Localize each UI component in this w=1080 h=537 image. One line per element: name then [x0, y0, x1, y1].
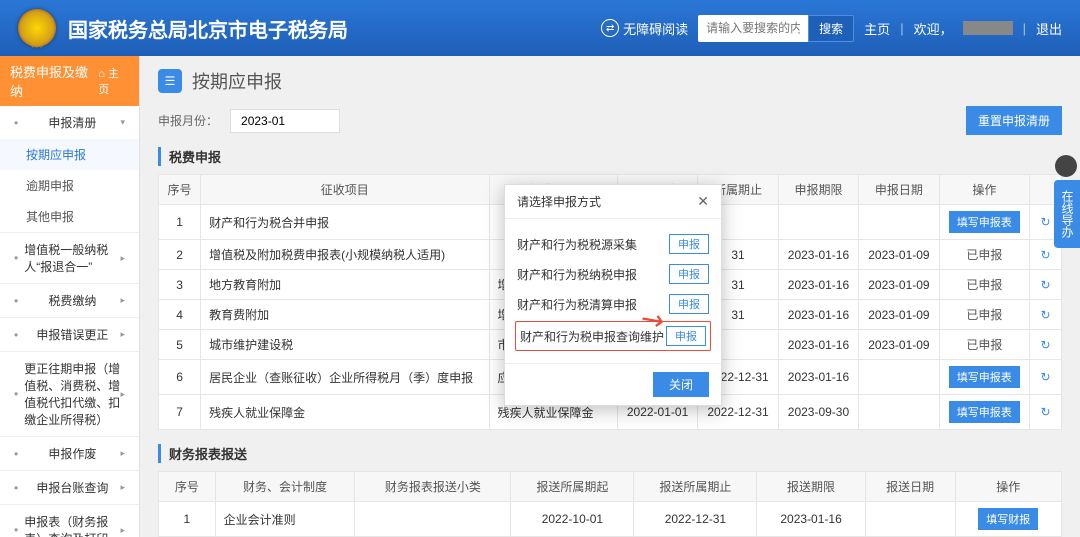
modal-title: 请选择申报方式 [517, 193, 601, 210]
close-icon[interactable]: ✕ [697, 193, 709, 210]
search-input[interactable] [698, 17, 808, 39]
float-avatar-icon [1055, 155, 1077, 177]
welcome-text: 欢迎， [914, 19, 953, 38]
modal-declare-button[interactable]: 申报 [669, 234, 709, 254]
modal-option: 财产和行为税纳税申报申报 [517, 259, 709, 289]
select-method-modal: 请选择申报方式 ✕ 财产和行为税税源采集申报财产和行为税纳税申报申报财产和行为税… [504, 184, 722, 406]
modal-declare-button[interactable]: 申报 [669, 294, 709, 314]
search-box: 搜索 [698, 15, 854, 42]
search-button[interactable]: 搜索 [808, 15, 854, 42]
modal-declare-button[interactable]: 申报 [669, 264, 709, 284]
user-name-redacted [963, 21, 1013, 35]
app-title: 国家税务总局北京市电子税务局 [68, 14, 348, 43]
logo-icon [18, 9, 56, 47]
float-help-button[interactable]: 在线导办 [1054, 180, 1080, 248]
modal-declare-button[interactable]: 申报 [666, 326, 706, 346]
modal-option: 财产和行为税清算申报申报 [517, 289, 709, 319]
home-link[interactable]: 主页 [864, 19, 890, 38]
modal-overlay: 请选择申报方式 ✕ 财产和行为税税源采集申报财产和行为税纳税申报申报财产和行为税… [0, 56, 1080, 537]
modal-close-button[interactable]: 关闭 [653, 372, 709, 397]
accessibility-link[interactable]: ⇄ 无障碍阅读 [601, 19, 688, 38]
modal-option: 财产和行为税申报查询维护申报 [515, 321, 711, 351]
modal-option: 财产和行为税税源采集申报 [517, 229, 709, 259]
logout-link[interactable]: 退出 [1036, 19, 1062, 38]
app-header: 国家税务总局北京市电子税务局 ⇄ 无障碍阅读 搜索 主页 | 欢迎， | 退出 [0, 0, 1080, 56]
accessibility-icon: ⇄ [601, 19, 619, 37]
